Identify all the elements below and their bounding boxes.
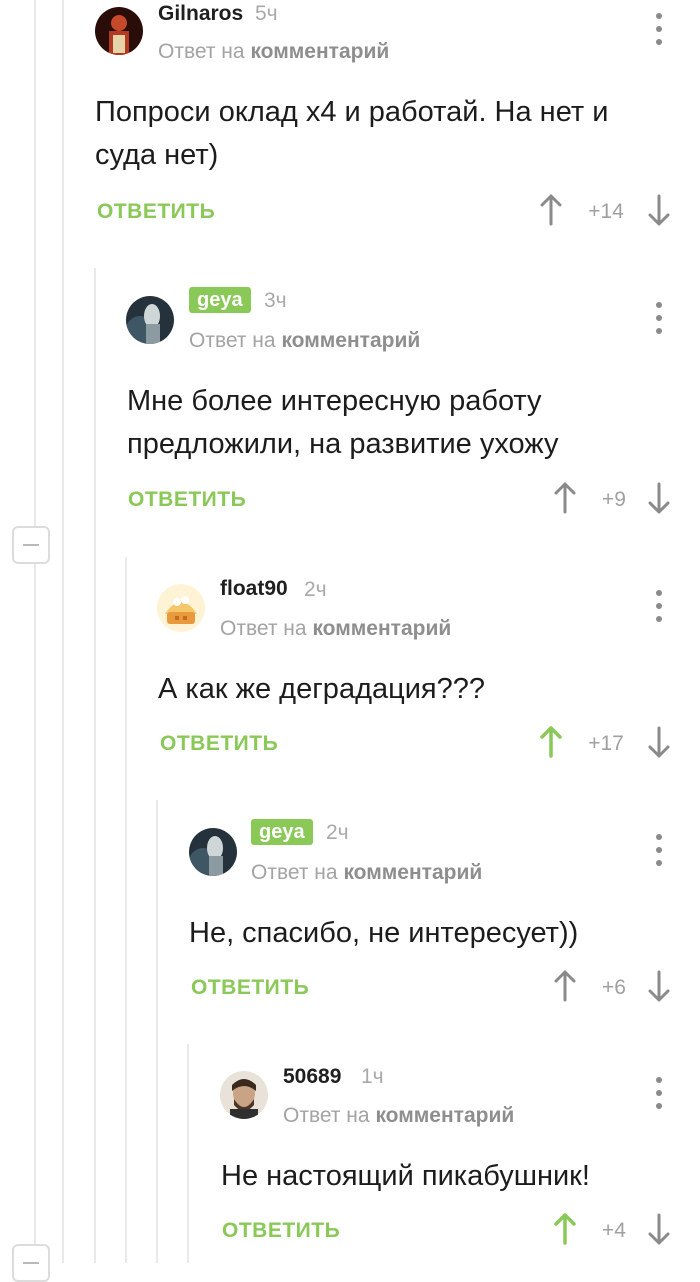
thread-line xyxy=(187,1044,189,1263)
avatar[interactable] xyxy=(95,7,143,55)
reply-target-link[interactable]: комментарий xyxy=(343,861,482,884)
upvote-arrow-icon[interactable] xyxy=(554,970,576,1002)
downvote-arrow-icon[interactable] xyxy=(648,194,670,226)
thread-line xyxy=(94,268,96,1263)
more-menu-icon[interactable] xyxy=(654,1077,664,1111)
reply-target-link[interactable]: комментарий xyxy=(281,329,420,352)
vote-score: +6 xyxy=(602,976,626,999)
vote-score: +4 xyxy=(602,1219,626,1242)
vote-score: +9 xyxy=(602,488,626,511)
comment-text: Не, спасибо, не интересует)) xyxy=(189,917,579,949)
reply-button[interactable]: ОТВЕТИТЬ xyxy=(97,200,215,224)
reply-prefix: Ответ на xyxy=(251,861,338,884)
thread-line xyxy=(156,800,158,1263)
comment-time: 2ч xyxy=(304,578,327,601)
reply-to-line: Ответ на комментарий xyxy=(158,39,389,65)
reply-to-line: Ответ на комментарий xyxy=(251,860,482,886)
vote-score: +17 xyxy=(588,732,624,755)
downvote-arrow-icon[interactable] xyxy=(648,1213,670,1245)
upvote-arrow-icon[interactable] xyxy=(540,726,562,758)
thread-line xyxy=(34,0,36,1263)
author-name[interactable]: geya xyxy=(251,819,313,845)
reply-to-line: Ответ на комментарий xyxy=(189,328,420,354)
thread-line xyxy=(125,557,127,1263)
avatar[interactable] xyxy=(126,296,174,344)
avatar[interactable] xyxy=(220,1071,268,1119)
author-name[interactable]: Gilnaros xyxy=(158,1,243,27)
avatar[interactable] xyxy=(189,828,237,876)
avatar[interactable] xyxy=(157,584,205,632)
comment-time: 2ч xyxy=(326,821,349,844)
comment-time: 1ч xyxy=(361,1065,384,1088)
reply-prefix: Ответ на xyxy=(158,40,245,63)
reply-prefix: Ответ на xyxy=(220,617,307,640)
reply-button[interactable]: ОТВЕТИТЬ xyxy=(222,1219,340,1243)
more-menu-icon[interactable] xyxy=(654,590,664,624)
more-menu-icon[interactable] xyxy=(654,302,664,336)
comment-time: 5ч xyxy=(255,2,278,25)
thread-line xyxy=(62,0,64,1263)
comment-text: Попроси оклад х4 и работай. На нет и суд… xyxy=(95,96,609,171)
reply-to-line: Ответ на комментарий xyxy=(283,1103,514,1129)
reply-prefix: Ответ на xyxy=(283,1104,370,1127)
author-name[interactable]: float90 xyxy=(220,576,288,602)
upvote-arrow-icon[interactable] xyxy=(554,1213,576,1245)
reply-target-link[interactable]: комментарий xyxy=(375,1104,514,1127)
comment-text: А как же деградация??? xyxy=(158,673,486,705)
author-name[interactable]: geya xyxy=(189,287,251,313)
downvote-arrow-icon[interactable] xyxy=(648,726,670,758)
comment-text: Не настоящий пикабушник! xyxy=(221,1160,590,1192)
reply-button[interactable]: ОТВЕТИТЬ xyxy=(128,488,246,512)
collapse-thread-button[interactable] xyxy=(12,526,50,564)
more-menu-icon[interactable] xyxy=(654,834,664,868)
author-name[interactable]: 50689 xyxy=(283,1064,341,1090)
vote-score: +14 xyxy=(588,200,624,223)
downvote-arrow-icon[interactable] xyxy=(648,482,670,514)
upvote-arrow-icon[interactable] xyxy=(554,482,576,514)
more-menu-icon[interactable] xyxy=(654,13,664,47)
collapse-thread-button[interactable] xyxy=(12,1244,50,1282)
comment-time: 3ч xyxy=(264,289,287,312)
reply-button[interactable]: ОТВЕТИТЬ xyxy=(191,976,309,1000)
reply-prefix: Ответ на xyxy=(189,329,276,352)
upvote-arrow-icon[interactable] xyxy=(540,194,562,226)
reply-button[interactable]: ОТВЕТИТЬ xyxy=(160,732,278,756)
reply-target-link[interactable]: комментарий xyxy=(250,40,389,63)
downvote-arrow-icon[interactable] xyxy=(648,970,670,1002)
reply-target-link[interactable]: комментарий xyxy=(312,617,451,640)
reply-to-line: Ответ на комментарий xyxy=(220,616,451,642)
comment-text: Мне более интересную работу предложили, … xyxy=(127,385,559,460)
